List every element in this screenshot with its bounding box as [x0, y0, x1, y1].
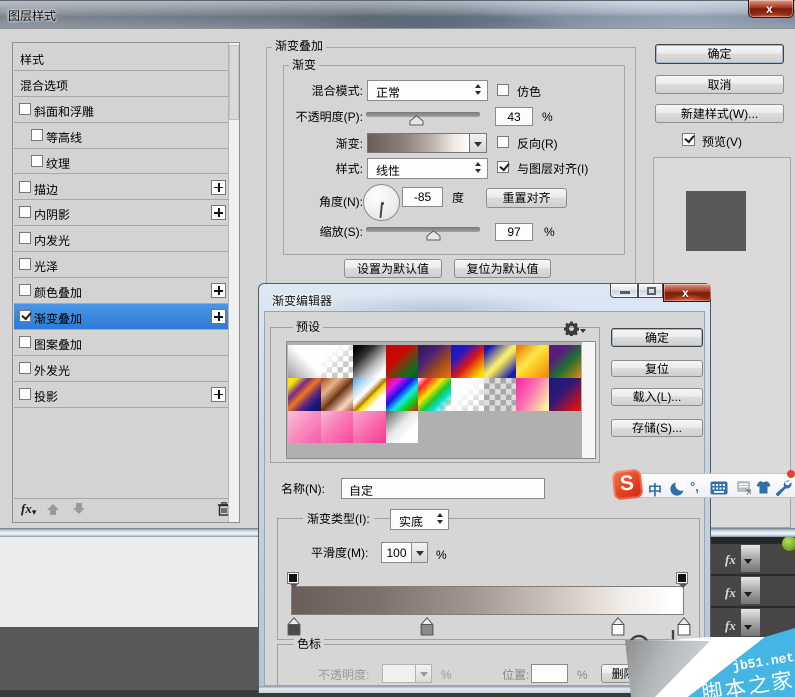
svg-text:7: 7 — [746, 490, 750, 496]
